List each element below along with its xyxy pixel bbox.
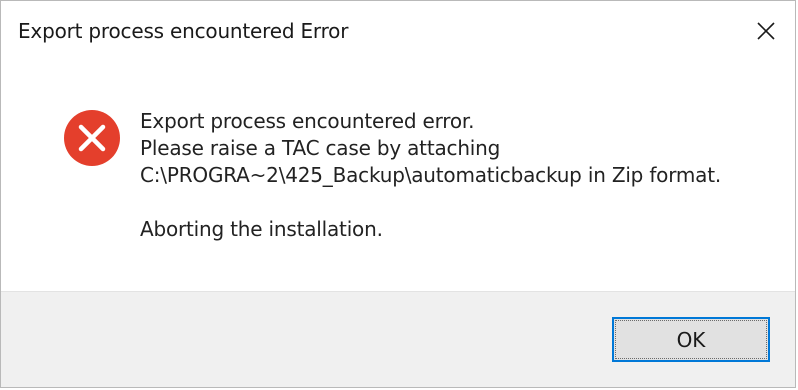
error-icon xyxy=(64,110,120,166)
message-line: Export process encountered error. xyxy=(140,109,475,133)
error-message: Export process encountered error. Please… xyxy=(140,108,721,243)
aborting-message: Aborting the installation. xyxy=(140,217,383,241)
ok-button[interactable]: OK xyxy=(612,317,770,362)
message-line: Please raise a TAC case by attaching xyxy=(140,136,501,160)
dialog-title: Export process encountered Error xyxy=(18,19,349,43)
close-icon xyxy=(757,22,775,40)
button-bar: OK xyxy=(1,291,795,387)
title-bar: Export process encountered Error xyxy=(1,1,795,63)
close-button[interactable] xyxy=(743,11,789,51)
error-dialog: Export process encountered Error Export … xyxy=(0,0,796,388)
message-line: C:\PROGRA~2\425_Backup\automaticbackup i… xyxy=(140,163,722,187)
dialog-content: Export process encountered error. Please… xyxy=(1,63,795,291)
message-spacer xyxy=(140,189,721,216)
